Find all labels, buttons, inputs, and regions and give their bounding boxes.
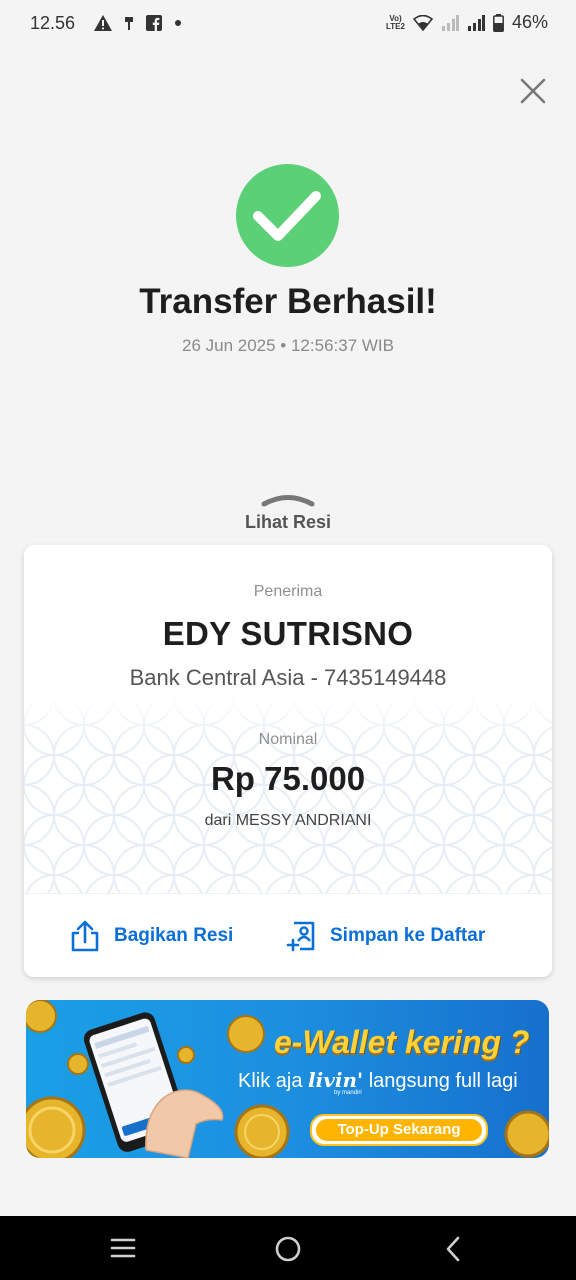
warning-icon bbox=[94, 15, 112, 31]
recipient-name: EDY SUTRISNO bbox=[162, 615, 414, 652]
livin-tagline: by mandiri bbox=[334, 1090, 362, 1096]
transfer-title: Transfer Berhasil! bbox=[139, 282, 437, 321]
promo-banner[interactable]: e-Wallet kering ? Klik aja livin' langsu… bbox=[26, 1000, 549, 1158]
transfer-datetime: 26 Jun 2025 • 12:56:37 WIB bbox=[182, 336, 394, 355]
receipt-card: Penerima EDY SUTRISNO Bank Central Asia … bbox=[24, 545, 552, 977]
save-to-list-button[interactable]: Simpan ke Daftar bbox=[286, 920, 485, 952]
menu-icon[interactable] bbox=[110, 1237, 136, 1259]
receipt-actions: Bagikan Resi Simpan ke Daftar bbox=[24, 893, 552, 977]
recipient-bank: Bank Central Asia - 7435149448 bbox=[129, 665, 447, 690]
view-receipt-label: Lihat Resi bbox=[244, 512, 332, 532]
save-to-list-label: Simpan ke Daftar bbox=[330, 925, 486, 946]
battery-icon bbox=[493, 13, 504, 32]
status-time: 12.56 bbox=[30, 13, 76, 33]
system-icons: Vo) LTE2 46% bbox=[386, 12, 548, 33]
share-receipt-button[interactable]: Bagikan Resi bbox=[70, 920, 233, 952]
share-receipt-label: Bagikan Resi bbox=[114, 925, 234, 946]
usb-icon bbox=[125, 17, 133, 30]
home-icon[interactable] bbox=[274, 1235, 302, 1263]
amount-label: Nominal bbox=[258, 731, 318, 748]
recipient-label: Penerima bbox=[253, 583, 323, 600]
save-contact-icon bbox=[286, 921, 315, 952]
topup-button[interactable]: Top-Up Sekarang bbox=[310, 1114, 488, 1146]
wifi-icon bbox=[412, 14, 433, 31]
status-bar: 12.56 Vo) LTE2 46% bbox=[0, 0, 576, 48]
transfer-amount: Rp 75.000 bbox=[210, 760, 366, 797]
navigation-bar bbox=[0, 1216, 576, 1280]
dot-icon bbox=[175, 20, 181, 26]
topup-button-label: Top-Up Sekarang bbox=[316, 1119, 482, 1141]
signal-icon bbox=[467, 14, 485, 31]
sender-name: dari MESSY ANDRIANI bbox=[204, 812, 372, 829]
signal-weak-icon bbox=[441, 14, 459, 31]
back-icon[interactable] bbox=[443, 1235, 463, 1263]
check-icon bbox=[253, 191, 321, 241]
banner-subtitle: Klik aja livin' langsung full lagi bbox=[238, 1068, 518, 1092]
view-receipt-toggle[interactable]: Lihat Resi bbox=[0, 493, 576, 533]
coin-icon bbox=[26, 1096, 86, 1158]
banner-title: e-Wallet kering ? bbox=[274, 1024, 530, 1060]
livin-logo: livin' bbox=[308, 1068, 364, 1092]
volte-indicator: Vo) LTE2 bbox=[386, 13, 405, 31]
share-icon bbox=[71, 920, 99, 952]
success-indicator bbox=[236, 164, 339, 267]
chevron-up-icon bbox=[261, 495, 315, 507]
battery-percent: 46% bbox=[511, 12, 548, 32]
facebook-icon bbox=[146, 15, 162, 31]
close-button[interactable] bbox=[518, 76, 548, 106]
notification-icons bbox=[94, 15, 182, 31]
close-icon bbox=[520, 78, 546, 104]
